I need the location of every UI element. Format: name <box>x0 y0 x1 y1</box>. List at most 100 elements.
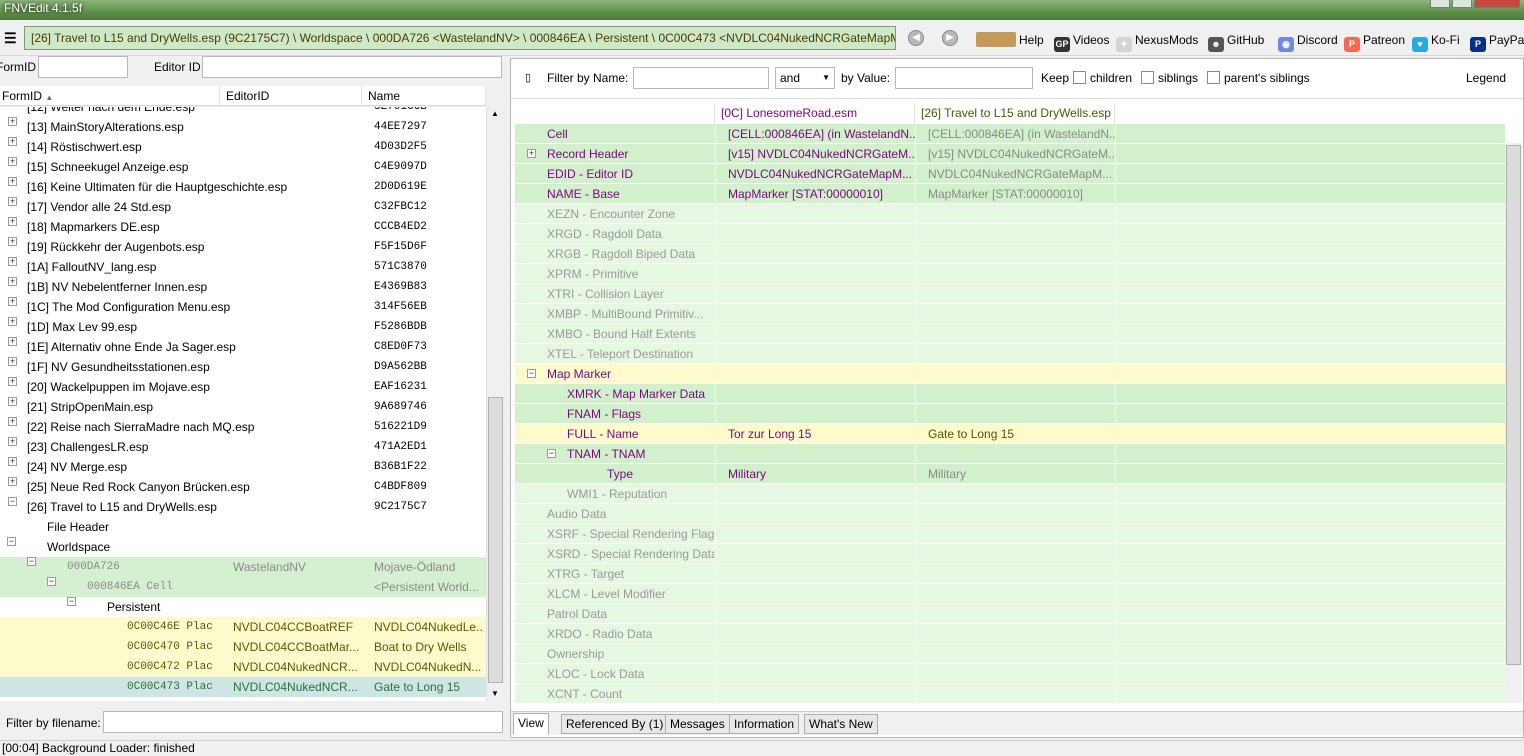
expand-icon[interactable]: + <box>8 457 17 466</box>
toolbar-link-github[interactable]: ☻ GitHub <box>1208 32 1264 52</box>
editorid-input[interactable] <box>202 56 502 78</box>
field-value-lonesomeroad[interactable] <box>715 304 915 323</box>
tree-row-plugin[interactable]: + [1B] NV Nebelentferner Innen.esp E4369B8… <box>0 277 486 297</box>
column-editorid[interactable]: EditorID <box>224 86 362 106</box>
tree-row-plugin[interactable]: + [25] Neue Red Rock Canyon Brücken.esp C4… <box>0 477 486 497</box>
record-field-row[interactable]: XRGB - Ragdoll Biped Data <box>515 244 1505 264</box>
expand-icon[interactable]: + <box>8 357 17 366</box>
record-field-row[interactable]: XTRI - Collision Layer <box>515 284 1505 304</box>
record-field-row[interactable]: WMI1 - Reputation <box>515 484 1505 504</box>
tree-row-record[interactable]: 0C00C472 Plac NVDLC04NukedNCR... NVDLC04Nu… <box>0 657 486 677</box>
expand-icon[interactable]: + <box>527 149 536 158</box>
record-field-row[interactable]: FULL - Name Tor zur Long 15 Gate to Long 1… <box>515 424 1505 444</box>
scroll-down-arrow-icon[interactable]: ▼ <box>491 689 499 698</box>
column-name[interactable]: Name <box>366 86 486 106</box>
expand-icon[interactable]: + <box>8 437 17 446</box>
tree-row-plugin[interactable]: − [26] Travel to L15 and DryWells.esp 9C21… <box>0 497 486 517</box>
field-value-lonesomeroad[interactable] <box>715 324 915 343</box>
field-value-lonesomeroad[interactable] <box>715 404 915 423</box>
record-field-row[interactable]: FNAM - Flags <box>515 404 1505 424</box>
toolbar-link-videos[interactable]: GP Videos <box>1054 32 1109 52</box>
tree-row-record[interactable]: 0C00C473 Plac NVDLC04NukedNCR... Gate to L… <box>0 677 486 697</box>
tree-row-plugin[interactable]: + [17] Vendor alle 24 Std.esp C32FBC12 <box>0 197 486 217</box>
field-value-travel[interactable] <box>915 264 1115 283</box>
field-value-travel[interactable] <box>915 304 1115 323</box>
record-field-row[interactable]: Type Military Military <box>515 464 1505 484</box>
field-value-lonesomeroad[interactable] <box>715 564 915 583</box>
expand-icon[interactable]: + <box>8 397 17 406</box>
record-field-row[interactable]: XSRD - Special Rendering Data <box>515 544 1505 564</box>
tree-row-plugin[interactable]: + [16] Keine Ultimaten für die Hauptgesch… <box>0 177 486 197</box>
tree-row-plugin[interactable]: +[12] Weiter nach dem Ende.esp5E701CCB <box>0 107 486 117</box>
field-value-travel[interactable] <box>915 284 1115 303</box>
field-value-travel[interactable] <box>915 584 1115 603</box>
field-value-travel[interactable] <box>915 544 1115 563</box>
tree-row-plugin[interactable]: + [21] StripOpenMain.esp 9A689746 <box>0 397 486 417</box>
tree-row-plugin[interactable]: + [20] Wackelpuppen im Mojave.esp EAF16231 <box>0 377 486 397</box>
legend-button[interactable]: Legend <box>1466 71 1506 85</box>
tree-row-plugin[interactable]: + [1D] Max Lev 99.esp F5286BDB <box>0 317 486 337</box>
field-value-travel[interactable]: [v15] NVDLC04NukedNCRGateM... <box>915 144 1115 163</box>
field-value-travel[interactable]: Gate to Long 15 <box>915 424 1115 443</box>
tree-row-plugin[interactable]: + [14] Röstischwert.esp 4D03D2F5 <box>0 137 486 157</box>
record-field-row[interactable]: XLCM - Level Modifier <box>515 584 1505 604</box>
field-value-travel[interactable] <box>915 244 1115 263</box>
expand-icon[interactable]: + <box>8 177 17 186</box>
field-value-travel[interactable] <box>915 344 1115 363</box>
field-value-lonesomeroad[interactable] <box>715 484 915 503</box>
tab-messages[interactable]: Messages <box>665 714 730 734</box>
field-value-travel[interactable] <box>915 524 1115 543</box>
field-value-travel[interactable] <box>915 444 1115 463</box>
expand-icon[interactable]: + <box>8 477 17 486</box>
grid-scrollbar[interactable] <box>1505 143 1522 703</box>
field-value-travel[interactable] <box>915 644 1115 663</box>
expand-icon[interactable]: + <box>8 217 17 226</box>
tree-row-record[interactable]: 0C00C470 Plac NVDLC04CCBoatMar... Boat to … <box>0 637 486 657</box>
record-field-row[interactable]: − Map Marker <box>515 364 1505 384</box>
field-value-lonesomeroad[interactable]: Tor zur Long 15 <box>715 424 915 443</box>
filter-toggle-icon[interactable]: ▯ <box>525 71 531 84</box>
tree-row-plugin[interactable]: + [1E] Alternativ ohne Ende Ja Sager.esp C… <box>0 337 486 357</box>
tree-row-record[interactable]: − Persistent <box>0 597 486 617</box>
field-value-lonesomeroad[interactable] <box>715 224 915 243</box>
field-value-lonesomeroad[interactable] <box>715 604 915 623</box>
field-value-travel[interactable] <box>915 564 1115 583</box>
field-value-lonesomeroad[interactable] <box>715 344 915 363</box>
field-value-travel[interactable] <box>915 364 1115 383</box>
record-field-row[interactable]: − TNAM - TNAM <box>515 444 1505 464</box>
tree-row-plugin[interactable]: + [1C] The Mod Configuration Menu.esp 314F… <box>0 297 486 317</box>
collapse-icon[interactable]: − <box>8 497 17 506</box>
column-header-travel[interactable]: [26] Travel to L15 and DryWells.esp <box>915 103 1115 123</box>
field-value-lonesomeroad[interactable] <box>715 584 915 603</box>
main-menu-button[interactable]: ☰ <box>4 30 17 47</box>
field-value-travel[interactable] <box>915 404 1115 423</box>
field-value-travel[interactable] <box>915 604 1115 623</box>
field-value-lonesomeroad[interactable] <box>715 644 915 663</box>
field-value-lonesomeroad[interactable] <box>715 384 915 403</box>
record-field-row[interactable]: XEZN - Encounter Zone <box>515 204 1505 224</box>
expand-icon[interactable]: + <box>8 237 17 246</box>
field-value-lonesomeroad[interactable] <box>715 204 915 223</box>
record-field-row[interactable]: XCNT - Count <box>515 684 1505 704</box>
record-field-row[interactable]: XMBP - MultiBound Primitiv... <box>515 304 1505 324</box>
field-value-lonesomeroad[interactable]: [CELL:000846EA] (in WastelandN... <box>715 124 915 143</box>
expand-icon[interactable]: + <box>8 277 17 286</box>
field-value-lonesomeroad[interactable] <box>715 664 915 683</box>
tree-row-record[interactable]: 0C00C46E Plac NVDLC04CCBoatREF NVDLC04Nuke… <box>0 617 486 637</box>
nav-back-button[interactable]: ◀ <box>908 30 924 46</box>
field-value-lonesomeroad[interactable] <box>715 504 915 523</box>
record-field-row[interactable]: XRGD - Ragdoll Data <box>515 224 1505 244</box>
field-value-travel[interactable] <box>915 324 1115 343</box>
expand-icon[interactable]: + <box>8 137 17 146</box>
field-value-travel[interactable] <box>915 384 1115 403</box>
siblings-checkbox[interactable] <box>1141 71 1154 84</box>
tree-scroll-thumb[interactable] <box>488 397 503 683</box>
record-field-row[interactable]: + Record Header [v15] NVDLC04NukedNCRGateM… <box>515 144 1505 164</box>
field-value-lonesomeroad[interactable]: [v15] NVDLC04NukedNCRGateM... <box>715 144 915 163</box>
toolbar-link-paypal[interactable]: P PayPal <box>1470 32 1524 52</box>
record-field-row[interactable]: XTEL - Teleport Destination <box>515 344 1505 364</box>
record-field-row[interactable]: Ownership <box>515 644 1505 664</box>
expand-icon[interactable]: + <box>8 337 17 346</box>
collapse-icon[interactable]: − <box>27 557 36 566</box>
tree-row-record[interactable]: − 000DA726 WastelandNV Mojave-Ödland <box>0 557 486 577</box>
